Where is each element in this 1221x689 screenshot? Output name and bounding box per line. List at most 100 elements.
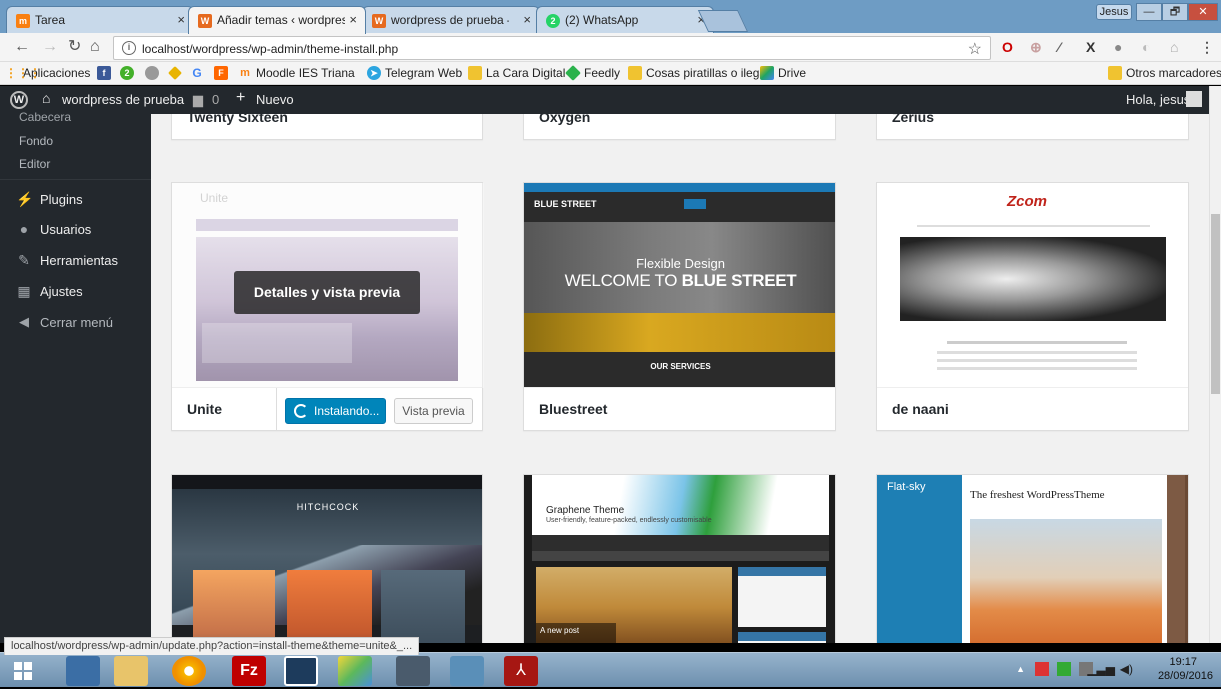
site-name-link[interactable]: wordpress de prueba (62, 92, 184, 107)
theme-screenshot: Zcom (877, 183, 1188, 388)
close-tab-icon[interactable]: × (523, 12, 531, 27)
start-button[interactable] (4, 656, 42, 686)
submenu-editor[interactable]: Editor (19, 157, 50, 171)
account-greeting[interactable]: Hola, jesus (1126, 92, 1190, 107)
tab-tarea[interactable]: m Tarea × (6, 6, 194, 33)
theme-browser: Twenty Sixteen Oxygen Zerius Unite Detal… (151, 114, 1209, 643)
bookmark-telegram[interactable]: ➤ Telegram Web (367, 66, 462, 80)
wrench-icon: ✎ (18, 252, 30, 268)
theme-card-unite[interactable]: Unite Detalles y vista previa Unite Inst… (171, 182, 484, 431)
filezilla-icon[interactable]: Fz (232, 656, 266, 686)
plug-icon: ⚡ (16, 191, 34, 207)
file-explorer-icon[interactable] (114, 656, 148, 686)
app-icon[interactable] (338, 656, 372, 686)
comment-count[interactable]: 0 (212, 92, 219, 107)
opera-icon[interactable]: O (1002, 38, 1013, 56)
admin-sidebar: Cabecera Fondo Editor ⚡ Plugins ● Usuarios… (0, 110, 151, 643)
bookmark-other[interactable]: Otros marcadores (1108, 66, 1221, 80)
clock-time[interactable]: 19:17 (1169, 656, 1197, 668)
tab-whatsapp[interactable]: 2 (2) WhatsApp × (536, 6, 714, 33)
eyedropper-icon[interactable]: ⁄ (1058, 38, 1060, 56)
extension-icon[interactable]: ⊕ (1030, 38, 1042, 56)
settings-icon: ▦ (17, 283, 31, 299)
network-icon[interactable]: ▁▃▅ (1087, 662, 1115, 676)
brackets-icon[interactable] (284, 656, 318, 686)
bookmark-feedly[interactable]: Feedly (565, 65, 620, 81)
volume-icon[interactable]: ◀) (1120, 662, 1133, 676)
reload-icon[interactable]: ↻ (68, 38, 81, 56)
sidebar-item-herramientas[interactable]: ✎ Herramientas (0, 245, 151, 275)
new-content-link[interactable]: Nuevo (256, 92, 294, 107)
home-icon[interactable]: ⌂ (90, 38, 100, 56)
extension-icon[interactable]: ● (1114, 38, 1122, 56)
submenu-cabecera[interactable]: Cabecera (19, 110, 71, 124)
tray-app-icon[interactable] (1057, 662, 1071, 676)
collapse-menu-button[interactable]: ◀ Cerrar menú (0, 307, 151, 337)
theme-name: Zerius (877, 114, 1188, 139)
tab-wordpress-prueba[interactable]: W wordpress de prueba – C × (362, 6, 540, 33)
maximize-button[interactable]: 🗗 (1162, 3, 1188, 21)
preview-button[interactable]: Vista previa (394, 398, 473, 424)
sidebar-item-usuarios[interactable]: ● Usuarios (0, 214, 151, 244)
flat-sky-headline: The freshest WordPressTheme (970, 489, 1105, 501)
sidebar-item-label: Ajustes (40, 284, 83, 299)
avatar[interactable] (1186, 91, 1202, 107)
image-viewer-icon[interactable] (450, 656, 484, 686)
details-preview-overlay[interactable]: Detalles y vista previa (234, 271, 420, 314)
theme-card-de-naani[interactable]: Zcom de naani (876, 182, 1189, 431)
theme-card-graphene[interactable]: Graphene Theme User-friendly, feature-pa… (523, 474, 836, 643)
bookmark-star-icon[interactable]: ☆ (968, 39, 982, 59)
menu-dots-icon[interactable]: ⋮ (1200, 38, 1214, 56)
tab-label: Añadir temas ‹ wordpres (217, 13, 345, 27)
drive-icon (760, 66, 774, 80)
x-extension-icon[interactable]: X (1086, 38, 1095, 56)
plus-icon[interactable]: + (236, 89, 245, 107)
theme-card-hitchcock[interactable]: HITCHCOCK (171, 474, 483, 643)
back-icon[interactable]: ← (14, 38, 30, 56)
forward-icon[interactable]: → (42, 38, 58, 56)
installing-button[interactable]: Instalando... (285, 398, 386, 424)
tab-add-themes[interactable]: W Añadir temas ‹ wordpres × (188, 6, 366, 34)
submenu-fondo[interactable]: Fondo (19, 134, 53, 148)
folder-icon (1108, 66, 1122, 80)
hero-flexible-design: Flexible Design (636, 256, 725, 271)
sidebar-item-label: Cerrar menú (40, 315, 113, 330)
documents-icon[interactable] (396, 656, 430, 686)
installing-label: Instalando... (314, 404, 380, 418)
home-icon: ⌂ (42, 90, 51, 106)
comment-icon[interactable]: ▆ (193, 92, 203, 108)
show-hidden-icons-icon[interactable]: ▲ (1016, 664, 1025, 674)
theme-card-zerius[interactable]: Zerius (876, 114, 1189, 140)
bookmark-drive[interactable]: Drive (760, 66, 806, 80)
bookmark-cosas-piratillas[interactable]: Cosas piratillas o ilega (628, 66, 766, 80)
theme-card-oxygen[interactable]: Oxygen (523, 114, 836, 140)
info-icon[interactable]: i (122, 41, 136, 55)
address-bar[interactable]: i localhost/wordpress/wp-admin/theme-ins… (113, 36, 991, 60)
chrome-canary-icon[interactable] (172, 656, 206, 686)
browser-tab-strip: m Tarea × W Añadir temas ‹ wordpres × W … (0, 0, 1221, 34)
acrobat-icon[interactable]: ⅄ (504, 656, 538, 686)
profile-chip[interactable]: Jesus (1096, 4, 1132, 20)
theme-card-flat-sky[interactable]: Flat-sky The freshest WordPressTheme (876, 474, 1189, 643)
close-window-button[interactable]: ✕ (1188, 3, 1218, 21)
close-tab-icon[interactable]: × (349, 12, 357, 27)
bookmark-apps[interactable]: ⋮⋮⋮ Aplicaciones (5, 66, 90, 80)
calculator-icon[interactable] (66, 656, 100, 686)
minimize-button[interactable]: — (1136, 3, 1162, 21)
theme-card-twenty-sixteen[interactable]: Twenty Sixteen (171, 114, 483, 140)
bookmark-moodle[interactable]: m Moodle IES Triana (238, 66, 355, 80)
scrollbar-thumb[interactable] (1211, 214, 1220, 394)
sidebar-item-ajustes[interactable]: ▦ Ajustes (0, 276, 151, 306)
extension-icon[interactable]: ◐ (1142, 38, 1150, 56)
sidebar-item-plugins[interactable]: ⚡ Plugins (0, 184, 151, 214)
extension-icon[interactable]: ⌂ (1170, 38, 1178, 56)
google-icon: G (192, 66, 202, 80)
sidebar-item-label: Herramientas (40, 253, 119, 268)
theme-card-bluestreet[interactable]: BLUE STREET Flexible Design WELCOME TO B… (523, 182, 836, 431)
windows-taskbar: Fz ⅄ ▲ ▁▃▅ ◀) 19:17 28/09/2016 (0, 652, 1221, 687)
wordpress-logo-icon[interactable]: W (10, 91, 28, 109)
close-tab-icon[interactable]: × (177, 12, 185, 27)
clock-date[interactable]: 28/09/2016 (1158, 670, 1213, 682)
bookmark-la-cara-digital[interactable]: La Cara Digital (468, 66, 565, 80)
tray-flag-icon[interactable] (1035, 662, 1049, 676)
